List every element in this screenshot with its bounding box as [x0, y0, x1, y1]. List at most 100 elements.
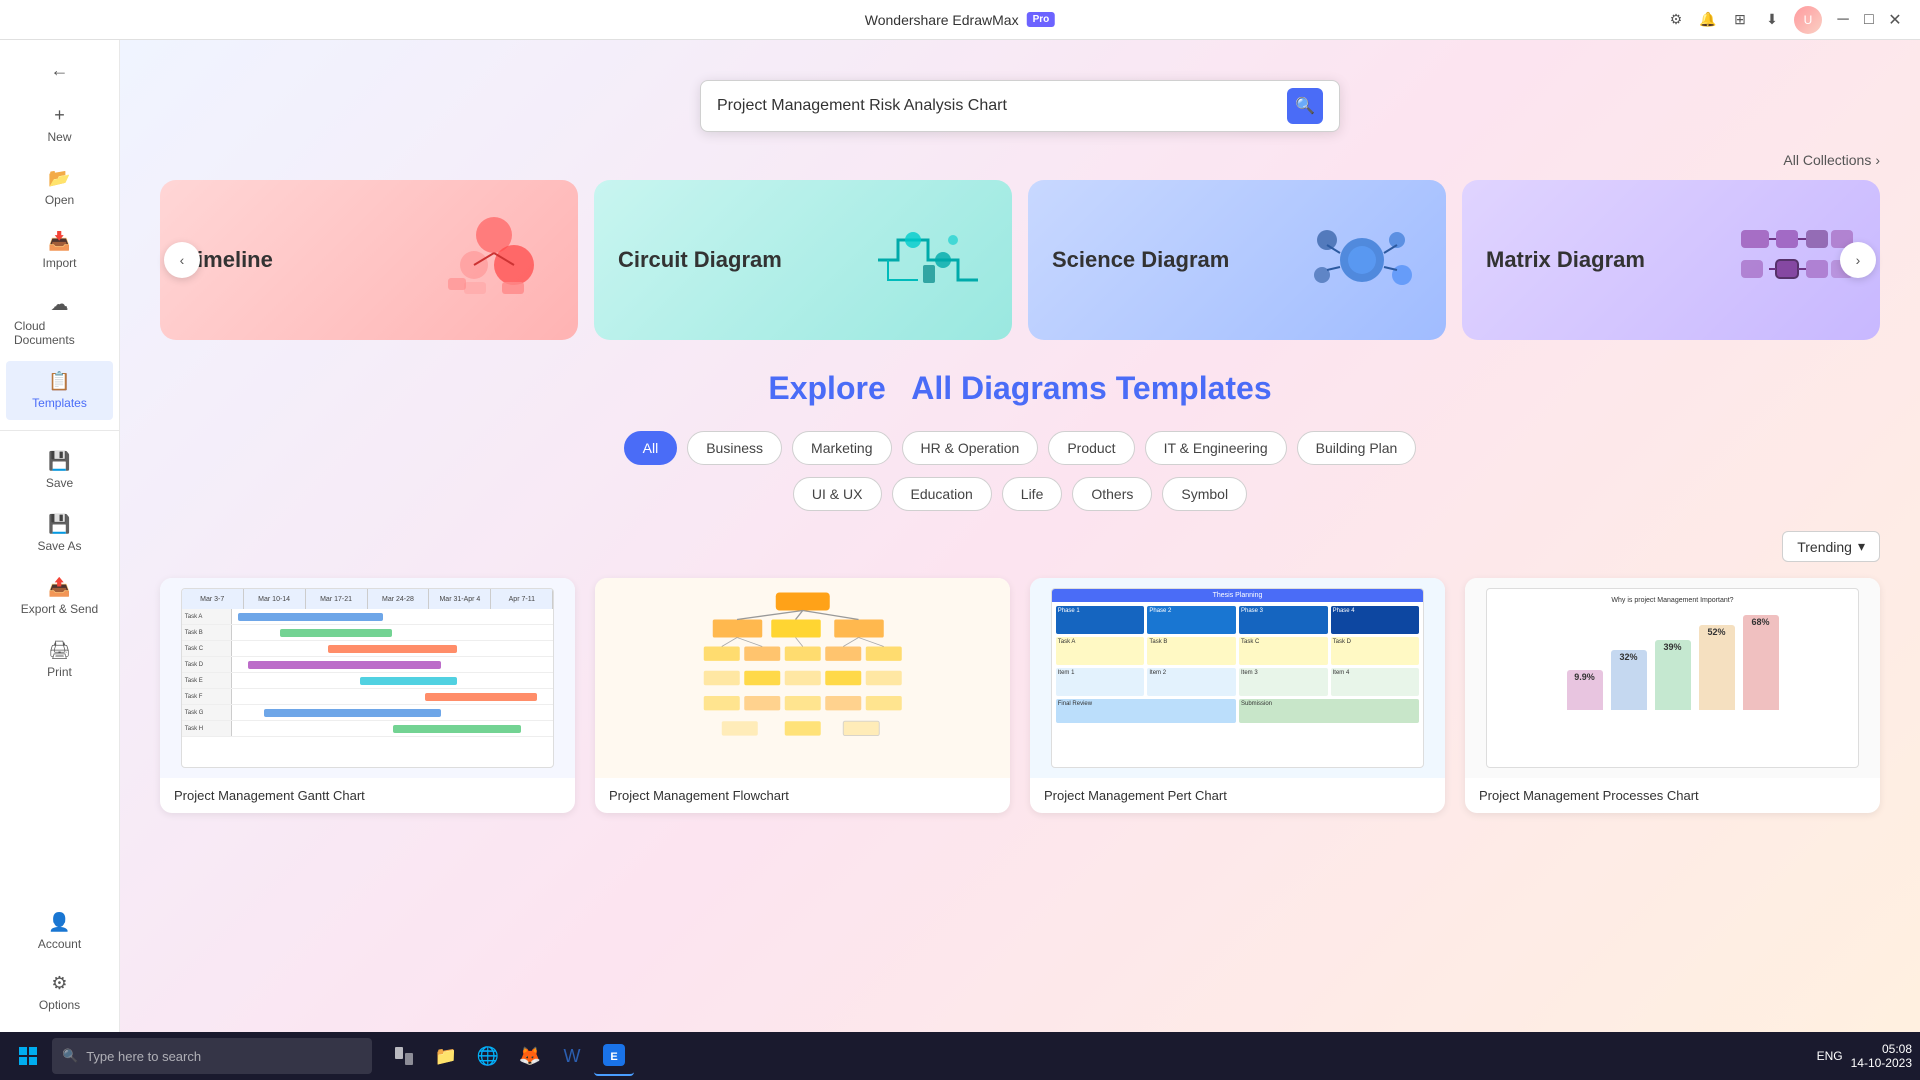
- gantt-row: Task F: [182, 689, 554, 705]
- taskbar-app-word[interactable]: W: [552, 1036, 592, 1076]
- sidebar-item-save[interactable]: 💾 Save: [6, 441, 113, 500]
- proc-bar: 9.9%: [1567, 670, 1603, 710]
- pert-cell: Phase 2: [1147, 606, 1236, 634]
- carousel-next-button[interactable]: ›: [1840, 242, 1876, 278]
- tag-others[interactable]: Others: [1072, 477, 1152, 511]
- template-grid: Mar 3-7 Mar 10-14 Mar 17-21 Mar 24-28 Ma…: [160, 578, 1880, 853]
- sidebar-item-templates[interactable]: 📋 Templates: [6, 361, 113, 420]
- carousel-card-timeline[interactable]: Timeline: [160, 180, 578, 340]
- taskbar-app-edge[interactable]: 🌐: [468, 1036, 508, 1076]
- sidebar-item-new[interactable]: + New: [6, 95, 113, 154]
- pert-cell: Item 3: [1239, 668, 1328, 696]
- tag-product[interactable]: Product: [1048, 431, 1134, 465]
- tag-ui[interactable]: UI & UX: [793, 477, 882, 511]
- gantt-bars: [232, 641, 554, 656]
- tag-life[interactable]: Life: [1002, 477, 1063, 511]
- sidebar-item-saveas[interactable]: 💾 Save As: [6, 504, 113, 563]
- gantt-header-cell: Apr 7-11: [491, 589, 553, 609]
- bell-icon[interactable]: 🔔: [1698, 10, 1718, 30]
- tag-all[interactable]: All: [624, 431, 678, 465]
- pert-cell: Task C: [1239, 637, 1328, 665]
- tag-business[interactable]: Business: [687, 431, 782, 465]
- pert-cell: Phase 4: [1331, 606, 1420, 634]
- taskbar-search-box[interactable]: 🔍 Type here to search: [52, 1038, 372, 1074]
- proc-bar: 52%: [1699, 625, 1735, 710]
- tag-education[interactable]: Education: [892, 477, 992, 511]
- titlebar: Wondershare EdrawMax Pro ⚙ 🔔 ⊞ ⬇ U ─ □ ✕: [0, 0, 1920, 40]
- download-icon[interactable]: ⬇: [1762, 10, 1782, 30]
- taskbar-search-placeholder: Type here to search: [86, 1049, 201, 1064]
- all-collections-link[interactable]: All Collections ›: [160, 152, 1880, 168]
- sidebar-divider: [0, 430, 119, 431]
- grid-icon[interactable]: ⊞: [1730, 10, 1750, 30]
- taskbar-start-button[interactable]: [8, 1036, 48, 1076]
- sidebar-item-print[interactable]: 🖨 Print: [6, 630, 113, 689]
- proc-bar-label: 68%: [1751, 617, 1769, 627]
- tag-marketing[interactable]: Marketing: [792, 431, 891, 465]
- proc-bar-label: 32%: [1619, 652, 1637, 662]
- gantt-label: Task D: [182, 657, 232, 672]
- sort-label: Trending: [1797, 539, 1852, 555]
- close-button[interactable]: ✕: [1886, 11, 1904, 29]
- carousel-card-matrix[interactable]: Matrix Diagram: [1462, 180, 1880, 340]
- template-card-processes-label: Project Management Processes Chart: [1465, 778, 1880, 813]
- search-input[interactable]: [717, 97, 1287, 115]
- template-card-processes[interactable]: Why is project Management Important? 9.9…: [1465, 578, 1880, 813]
- science-illustration: [1302, 210, 1422, 310]
- taskbar-app-firefox[interactable]: 🦊: [510, 1036, 550, 1076]
- taskbar-lang: ENG: [1817, 1049, 1843, 1063]
- filter-tags-row1: All Business Marketing HR & Operation Pr…: [160, 431, 1880, 465]
- search-button[interactable]: 🔍: [1287, 88, 1323, 124]
- account-icon: 👤: [48, 912, 70, 933]
- gantt-row: Task H: [182, 721, 554, 737]
- gantt-header-cell: Mar 24-28: [368, 589, 430, 609]
- sidebar-save-label: Save: [46, 476, 73, 490]
- window-controls: ─ □ ✕: [1834, 11, 1904, 29]
- taskbar-app-edrawmax[interactable]: E: [594, 1036, 634, 1076]
- sidebar-item-cloud[interactable]: ☁ Cloud Documents: [6, 284, 113, 357]
- sidebar-item-import[interactable]: 📥 Import: [6, 221, 113, 280]
- sidebar-item-options[interactable]: ⚙ Options: [6, 963, 113, 1022]
- circuit-illustration: [868, 210, 988, 310]
- tag-it[interactable]: IT & Engineering: [1145, 431, 1287, 465]
- template-card-pert[interactable]: Thesis Planning Phase 1 Phase 2 Phase 3 …: [1030, 578, 1445, 813]
- search-box: 🔍: [700, 80, 1340, 132]
- search-icon: 🔍: [1295, 96, 1315, 116]
- tag-building[interactable]: Building Plan: [1297, 431, 1417, 465]
- pro-badge: Pro: [1027, 12, 1056, 27]
- processes-title: Why is project Management Important?: [1495, 597, 1851, 604]
- sidebar-item-open[interactable]: 📂 Open: [6, 158, 113, 217]
- tag-symbol[interactable]: Symbol: [1162, 477, 1247, 511]
- avatar[interactable]: U: [1794, 6, 1822, 34]
- sidebar-item-back[interactable]: ←: [6, 50, 113, 91]
- carousel-card-science[interactable]: Science Diagram: [1028, 180, 1446, 340]
- explore-title-highlight: All Diagrams Templates: [911, 370, 1271, 406]
- import-icon: 📥: [48, 231, 70, 252]
- sidebar-item-account[interactable]: 👤 Account: [6, 902, 113, 961]
- pert-cell: Submission: [1239, 699, 1419, 723]
- windows-logo-icon: [18, 1046, 38, 1066]
- proc-bar-group: 68%: [1743, 615, 1779, 710]
- sort-select[interactable]: Trending ▾: [1782, 531, 1880, 562]
- all-collections-label: All Collections: [1783, 152, 1871, 168]
- template-card-pert-label: Project Management Pert Chart: [1030, 778, 1445, 813]
- tag-hr[interactable]: HR & Operation: [902, 431, 1039, 465]
- processes-bars: 9.9% 32% 39%: [1495, 610, 1851, 710]
- sidebar-item-export[interactable]: 📤 Export & Send: [6, 567, 113, 626]
- export-icon: 📤: [48, 577, 70, 598]
- minimize-button[interactable]: ─: [1834, 11, 1852, 29]
- settings-icon[interactable]: ⚙: [1666, 10, 1686, 30]
- maximize-button[interactable]: □: [1860, 11, 1878, 29]
- word-icon: W: [564, 1046, 581, 1067]
- processes-preview: Why is project Management Important? 9.9…: [1486, 588, 1860, 768]
- explore-title: Explore All Diagrams Templates: [160, 370, 1880, 407]
- proc-bar-group: 32%: [1611, 650, 1647, 710]
- carousel-card-circuit[interactable]: Circuit Diagram: [594, 180, 1012, 340]
- gantt-label: Task F: [182, 689, 232, 704]
- template-card-flowchart[interactable]: Project Management Flowchart: [595, 578, 1010, 813]
- template-card-gantt[interactable]: Mar 3-7 Mar 10-14 Mar 17-21 Mar 24-28 Ma…: [160, 578, 575, 813]
- taskbar-app-task-view[interactable]: [384, 1036, 424, 1076]
- print-icon: 🖨: [48, 640, 71, 661]
- carousel-prev-button[interactable]: ‹: [164, 242, 200, 278]
- taskbar-app-file-explorer[interactable]: 📁: [426, 1036, 466, 1076]
